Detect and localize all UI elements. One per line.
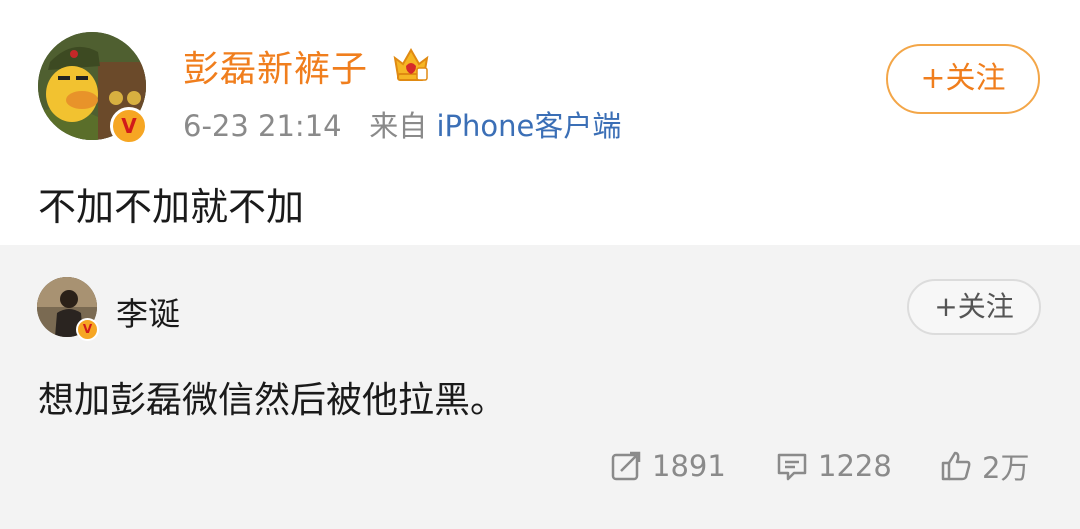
poster-name[interactable]: 彭磊新裤子 <box>183 40 368 92</box>
repost-action[interactable]: 1891 <box>610 446 726 486</box>
post-text: 不加不加就不加 <box>38 185 305 229</box>
post-timestamp: 6-23 21:14 <box>183 109 342 143</box>
source-prefix: 来自 <box>369 109 428 143</box>
crown-icon <box>391 44 431 84</box>
follow-button[interactable]: +关注 <box>886 44 1040 114</box>
repost-text: 想加彭磊微信然后被他拉黑。 <box>38 380 507 421</box>
like-count: 2万 <box>982 451 1030 485</box>
verified-icon: V <box>110 107 148 145</box>
repost-follow-button[interactable]: +关注 <box>907 279 1041 335</box>
comment-count: 1228 <box>818 449 892 483</box>
post-meta: 6-23 21:14 来自 iPhone客户端 <box>183 103 621 145</box>
repost-author-name[interactable]: 李诞 <box>116 289 180 335</box>
like-action[interactable]: 2万 <box>940 446 1029 486</box>
like-icon <box>941 451 971 481</box>
comment-action[interactable]: 1228 <box>776 446 892 486</box>
source-name[interactable]: iPhone客户端 <box>437 109 622 143</box>
repost-count: 1891 <box>652 449 726 483</box>
comment-icon <box>777 453 807 481</box>
repost-icon <box>611 451 641 481</box>
repost-verified-icon: V <box>76 318 99 341</box>
